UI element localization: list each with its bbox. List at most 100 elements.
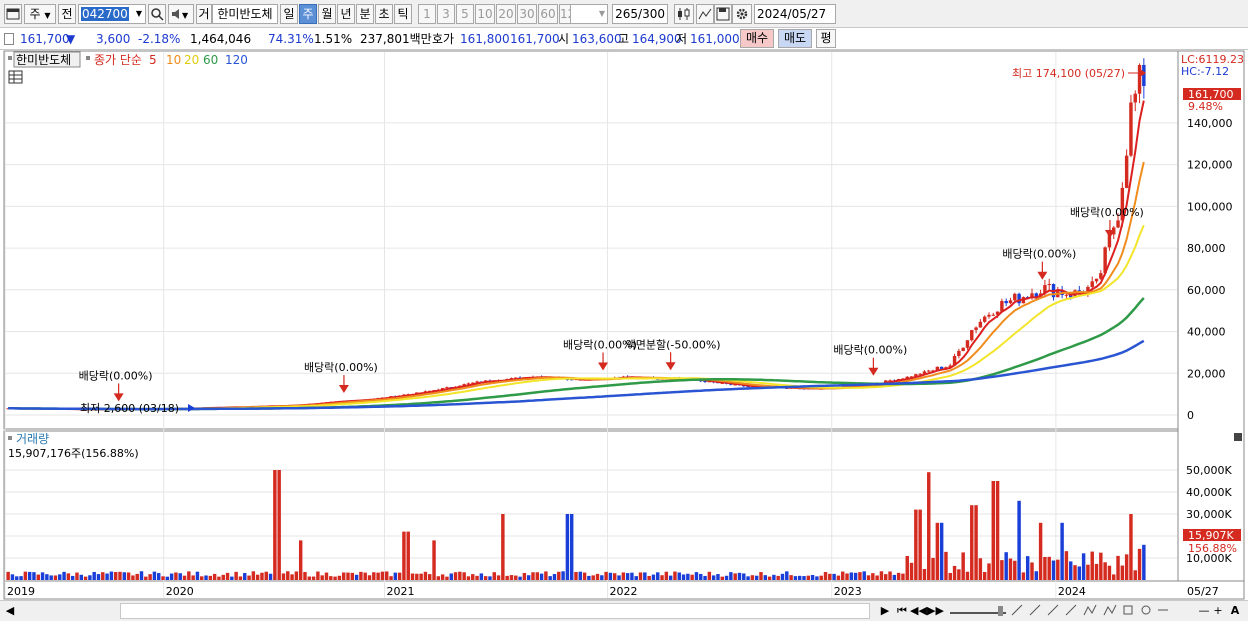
volume-bar <box>471 574 475 580</box>
low-price: 161,000 <box>690 32 740 46</box>
volume-bar <box>156 573 161 580</box>
calendar-icon[interactable] <box>823 23 834 24</box>
interval-button-5[interactable]: 5 <box>456 4 474 24</box>
volume-bar <box>561 571 565 580</box>
font-size-icon[interactable]: A <box>1228 603 1242 619</box>
fast-forward-icon[interactable]: ▶▶ <box>927 603 944 619</box>
volume-bar <box>337 575 342 580</box>
volume-bar <box>501 514 505 580</box>
count-input[interactable]: 265/300 <box>612 4 668 24</box>
volume-bar <box>548 576 552 580</box>
period-tab-6[interactable]: 틱 <box>394 4 412 24</box>
buy-button[interactable]: 매수 <box>740 29 774 48</box>
volume-bar <box>45 574 49 580</box>
volume-bar <box>432 540 436 580</box>
volume-bar <box>1038 522 1043 580</box>
volume-bar <box>126 572 131 580</box>
period-tab-1[interactable]: 주 <box>299 4 317 24</box>
volume-bar <box>1073 565 1077 580</box>
date-input[interactable]: 2024/05/27 <box>754 4 836 24</box>
interval-button-20[interactable]: 20 <box>496 4 516 24</box>
period-tab-4[interactable]: 분 <box>356 4 374 24</box>
market-type-select[interactable]: 주 ▼ <box>24 4 56 24</box>
legend-ma10: 10 <box>166 53 181 67</box>
prev-button[interactable]: 전 <box>58 4 76 24</box>
interval-button-3[interactable]: 3 <box>437 4 455 24</box>
volume-bar <box>690 574 694 580</box>
volume-bar <box>526 575 531 580</box>
speaker-icon[interactable]: ▼ <box>168 4 194 24</box>
volume-bar <box>384 571 389 580</box>
volume-bar <box>569 514 574 580</box>
scroll-thumb[interactable] <box>120 603 870 619</box>
window-icon[interactable] <box>4 4 22 24</box>
volume-bar <box>268 573 273 580</box>
period-tab-2[interactable]: 월 <box>318 4 336 24</box>
svg-text:▼: ▼ <box>182 11 189 20</box>
volume-bar <box>182 575 187 580</box>
last-volume-tag-text: 15,907K <box>1188 529 1234 542</box>
tool-icon[interactable] <box>696 4 714 24</box>
trade-button[interactable]: 거 <box>196 4 212 24</box>
price-change: 3,600 <box>96 32 131 46</box>
drawing-tools-icon[interactable] <box>1010 603 1170 619</box>
volume-bar <box>866 575 871 580</box>
volume-bar <box>539 573 544 580</box>
gear-icon[interactable] <box>732 4 752 24</box>
candle-icon[interactable] <box>674 4 694 24</box>
volume-bar <box>273 470 277 580</box>
custom-interval-input[interactable]: ▼ <box>570 4 608 24</box>
table-icon[interactable] <box>8 70 23 84</box>
interval-button-60[interactable]: 60 <box>538 4 558 24</box>
rewind-icon[interactable]: ◀◀ <box>910 603 927 619</box>
last-price-pct: 9.48% <box>1188 100 1223 113</box>
volume-title: 거래량 <box>16 432 49 446</box>
volume-bar <box>212 573 217 580</box>
first-icon[interactable]: ⏮ <box>894 603 910 619</box>
period-tab-5[interactable]: 초 <box>375 4 393 24</box>
volume-bar <box>823 571 828 580</box>
interval-button-1[interactable]: 1 <box>418 4 436 24</box>
save-icon[interactable] <box>714 4 732 24</box>
candle-body <box>1129 102 1133 156</box>
volume-bar <box>621 572 626 580</box>
price-change-pct: -2.18% <box>138 32 181 46</box>
play-icon[interactable]: ▶ <box>878 603 892 619</box>
period-tab-0[interactable]: 일 <box>280 4 298 24</box>
candle-body <box>1047 284 1051 286</box>
code-input[interactable]: 042700 ▼ <box>78 4 146 24</box>
down-arrow-icon: ▼ <box>66 32 76 46</box>
minus-icon[interactable]: — <box>1198 603 1210 619</box>
volume-bar <box>763 575 768 580</box>
volume-bar <box>634 576 638 580</box>
volume-bar <box>742 573 746 580</box>
panel-close-icon[interactable] <box>1234 433 1242 441</box>
price-chart[interactable]: 배당락(0.00%) 배당락(0.00%) 배당락(0.00%) 배당락(0.00%)… <box>0 50 1248 600</box>
volume-bar <box>729 572 733 580</box>
volume-bar <box>892 574 897 580</box>
interval-button-30[interactable]: 30 <box>517 4 537 24</box>
volume-bar <box>677 572 681 580</box>
volume-bar <box>862 571 866 580</box>
period-tab-3[interactable]: 년 <box>337 4 355 24</box>
eval-button[interactable]: 평 <box>816 29 836 48</box>
volume-bar <box>165 576 170 580</box>
volume-bar <box>552 574 557 580</box>
zoom-slider[interactable] <box>948 603 1008 619</box>
volume-bar <box>656 572 660 580</box>
volume-bar <box>591 575 595 580</box>
search-icon[interactable] <box>148 4 166 24</box>
volume-bar <box>733 573 737 580</box>
candle-body <box>1017 293 1021 304</box>
volume-bar <box>113 572 118 580</box>
volume-bar <box>195 571 200 580</box>
sell-button[interactable]: 매도 <box>778 29 812 48</box>
volume-bar <box>660 575 664 580</box>
stock-name: 한미반도체 <box>212 4 278 24</box>
scroll-left-icon[interactable]: ◀ <box>3 603 17 619</box>
plus-icon[interactable]: + <box>1212 603 1224 619</box>
volume-bar <box>208 575 213 580</box>
volume-bar <box>1090 551 1094 580</box>
interval-button-10[interactable]: 10 <box>475 4 495 24</box>
volume-bar <box>845 573 849 580</box>
